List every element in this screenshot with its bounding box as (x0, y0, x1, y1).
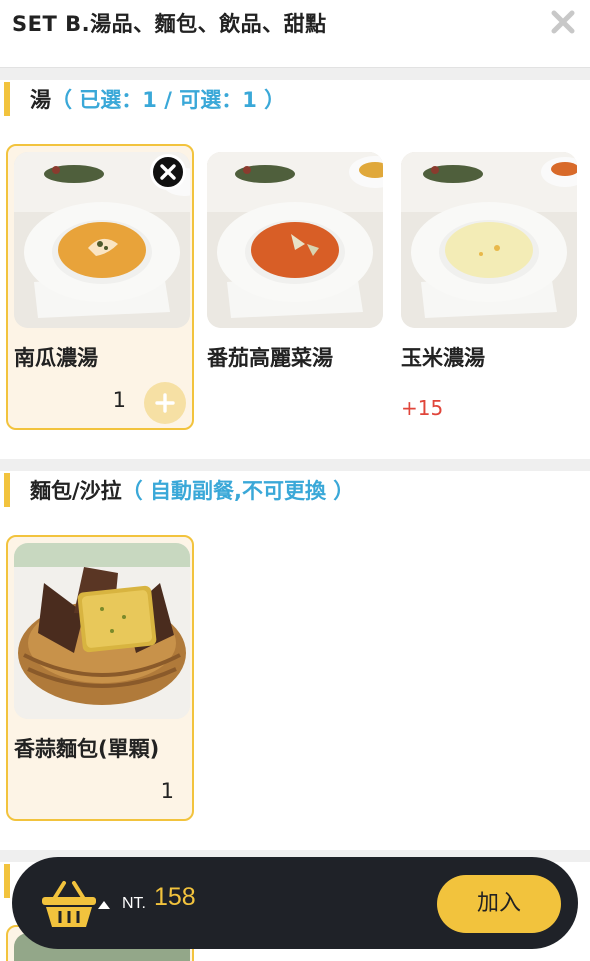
item-quantity: 1 (160, 779, 174, 803)
add-quantity-button[interactable] (144, 382, 186, 424)
garlic-bread-image (14, 543, 190, 719)
basket-icon[interactable] (40, 879, 98, 929)
section-selection-note: （ 已選：1 / 可選：1 ） (51, 88, 286, 112)
plus-icon (155, 393, 175, 413)
section-title: 麵包/沙拉（ 自動副餐,不可更換 ） (30, 475, 354, 505)
section-selection-note: （ 自動副餐,不可更換 ） (121, 479, 355, 503)
cart-total: 158 (154, 883, 196, 911)
corn-soup-image (401, 152, 577, 328)
menu-item-card[interactable]: 番茄高麗菜湯 (199, 144, 387, 430)
section-divider (0, 68, 590, 80)
section-header-soup: 湯（ 已選：1 / 可選：1 ） (0, 80, 590, 118)
item-name: 南瓜濃湯 (14, 346, 98, 370)
section-title-text: 湯 (30, 88, 51, 112)
add-to-cart-button[interactable]: 加入 (437, 875, 561, 933)
item-name: 番茄高麗菜湯 (207, 346, 333, 370)
set-title: SET B.湯品、麵包、飲品、甜點 (12, 12, 327, 36)
section-title-text: 麵包/沙拉 (30, 479, 122, 503)
section-accent-bar (4, 82, 10, 116)
item-extra-price: +15 (401, 396, 444, 420)
close-icon[interactable] (550, 9, 576, 35)
section-header-bread: 麵包/沙拉（ 自動副餐,不可更換 ） (0, 471, 590, 509)
menu-item-card[interactable]: 南瓜濃湯 1 (6, 144, 194, 430)
tomato-cabbage-soup-image (207, 152, 383, 328)
menu-item-card[interactable]: 香蒜麵包(單顆) 1 (6, 535, 194, 821)
modal-header: SET B.湯品、麵包、飲品、甜點 (0, 0, 590, 68)
section-accent-bar (4, 864, 10, 898)
caret-up-icon[interactable] (98, 901, 110, 909)
item-quantity: 1 (112, 388, 126, 412)
cart-bar: NT. 158 加入 (12, 857, 578, 949)
remove-item-button[interactable] (150, 154, 186, 190)
currency-label: NT. (122, 895, 146, 912)
section-accent-bar (4, 473, 10, 507)
close-circle-icon (160, 164, 176, 180)
section-divider (0, 459, 590, 471)
item-name: 香蒜麵包(單顆) (14, 737, 160, 761)
item-name: 玉米濃湯 (401, 346, 485, 370)
section-title: 湯（ 已選：1 / 可選：1 ） (30, 84, 285, 114)
menu-item-card[interactable]: 玉米濃湯 +15 (393, 144, 581, 430)
